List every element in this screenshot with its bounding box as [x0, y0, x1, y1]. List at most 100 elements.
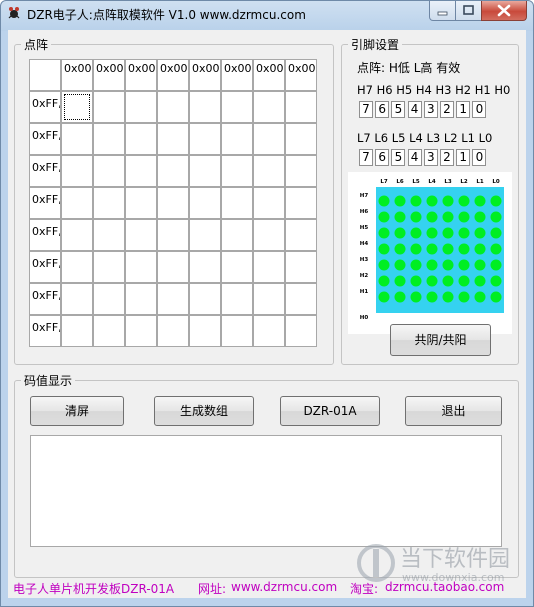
h-pin-input[interactable]: 0 [472, 101, 487, 118]
footer-website-link[interactable]: www.dzrmcu.com [231, 580, 337, 594]
matrix-cell[interactable] [285, 155, 317, 187]
matrix-cell[interactable] [189, 283, 221, 315]
common-cathode-anode-button[interactable]: 共阴/共阳 [390, 324, 491, 356]
matrix-cell[interactable] [221, 155, 253, 187]
matrix-cell[interactable] [221, 123, 253, 155]
title-bar[interactable]: DZR电子人:点阵取模软件 V1.0 www.dzrmcu.com [1, 1, 533, 25]
matrix-cell[interactable] [157, 251, 189, 283]
matrix-cell[interactable] [125, 283, 157, 315]
matrix-cell[interactable] [221, 219, 253, 251]
code-output-textarea[interactable] [30, 435, 502, 547]
matrix-cell[interactable] [189, 219, 221, 251]
l-pin-input[interactable]: 2 [440, 149, 454, 166]
led-row-label: H7 [360, 193, 369, 199]
matrix-cell[interactable] [253, 251, 285, 283]
matrix-cell[interactable] [253, 91, 285, 123]
matrix-cell[interactable] [253, 155, 285, 187]
h-pin-input[interactable]: 5 [391, 101, 406, 118]
matrix-cell[interactable] [93, 187, 125, 219]
matrix-cell[interactable] [253, 187, 285, 219]
matrix-cell[interactable] [93, 251, 125, 283]
matrix-cell[interactable] [189, 315, 221, 347]
matrix-cell[interactable] [157, 283, 189, 315]
matrix-cell[interactable] [93, 155, 125, 187]
matrix-cell[interactable] [253, 315, 285, 347]
matrix-cell[interactable] [61, 91, 93, 123]
matrix-cell[interactable] [189, 251, 221, 283]
led-dot [442, 259, 454, 271]
l-pin-input[interactable]: 7 [359, 149, 373, 166]
maximize-button[interactable] [455, 1, 482, 21]
matrix-cell[interactable] [285, 187, 317, 219]
matrix-cell[interactable] [253, 123, 285, 155]
matrix-cell[interactable] [125, 155, 157, 187]
led-dot [442, 211, 454, 223]
matrix-cell[interactable] [189, 187, 221, 219]
l-pin-input[interactable]: 6 [375, 149, 390, 166]
generate-array-button[interactable]: 生成数组 [154, 396, 254, 426]
h-pin-input[interactable]: 1 [456, 101, 471, 118]
l-pin-input[interactable]: 0 [472, 149, 487, 166]
matrix-cell[interactable] [93, 123, 125, 155]
matrix-cell[interactable] [253, 219, 285, 251]
matrix-cell[interactable] [285, 219, 317, 251]
matrix-cell[interactable] [189, 91, 221, 123]
matrix-cell[interactable] [61, 315, 93, 347]
led-dot [458, 195, 470, 207]
minimize-button[interactable] [429, 1, 456, 21]
l-pin-input[interactable]: 1 [456, 149, 471, 166]
matrix-cell[interactable] [93, 315, 125, 347]
matrix-cell[interactable] [157, 219, 189, 251]
matrix-cell[interactable] [125, 187, 157, 219]
pin-settings-legend: 引脚设置 [351, 38, 400, 52]
matrix-cell[interactable] [61, 123, 93, 155]
matrix-cell[interactable] [221, 283, 253, 315]
matrix-cell[interactable] [285, 91, 317, 123]
led-row-label: H2 [360, 273, 369, 279]
matrix-cell[interactable] [93, 91, 125, 123]
matrix-cell[interactable] [221, 315, 253, 347]
matrix-cell[interactable] [253, 283, 285, 315]
matrix-cell[interactable] [285, 251, 317, 283]
matrix-cell[interactable] [125, 123, 157, 155]
clear-screen-button[interactable]: 清屏 [30, 396, 124, 426]
matrix-cell[interactable] [221, 187, 253, 219]
h-pin-input[interactable]: 2 [440, 101, 454, 118]
matrix-cell[interactable] [125, 219, 157, 251]
exit-button[interactable]: 退出 [405, 396, 502, 426]
matrix-cell[interactable] [61, 187, 93, 219]
matrix-cell[interactable] [189, 123, 221, 155]
matrix-cell[interactable] [61, 283, 93, 315]
matrix-cell[interactable] [125, 251, 157, 283]
l-pin-input[interactable]: 5 [391, 149, 406, 166]
matrix-cell[interactable] [93, 283, 125, 315]
close-button[interactable] [481, 1, 527, 21]
matrix-cell[interactable] [157, 187, 189, 219]
l-pin-input[interactable]: 4 [407, 149, 422, 166]
h-pin-input[interactable]: 3 [423, 101, 438, 118]
matrix-cell[interactable] [61, 155, 93, 187]
matrix-cell[interactable] [157, 315, 189, 347]
h-pin-input[interactable]: 6 [375, 101, 390, 118]
matrix-cell[interactable] [157, 155, 189, 187]
matrix-cell[interactable] [221, 91, 253, 123]
row-header: 0xFF, [29, 219, 61, 251]
matrix-cell[interactable] [157, 123, 189, 155]
dzr-01a-button[interactable]: DZR-01A [280, 396, 380, 426]
matrix-cell[interactable] [125, 91, 157, 123]
h-pin-input[interactable]: 4 [407, 101, 422, 118]
l-pin-input[interactable]: 3 [423, 149, 438, 166]
matrix-cell[interactable] [157, 91, 189, 123]
matrix-cell[interactable] [285, 283, 317, 315]
matrix-cell[interactable] [285, 315, 317, 347]
h-pin-input[interactable]: 7 [359, 101, 373, 118]
matrix-cell[interactable] [61, 219, 93, 251]
pin-hint-label: 点阵: H低 L高 有效 [357, 61, 461, 75]
matrix-cell[interactable] [221, 251, 253, 283]
matrix-cell[interactable] [61, 251, 93, 283]
matrix-cell[interactable] [189, 155, 221, 187]
matrix-cell[interactable] [125, 315, 157, 347]
led-dot [394, 259, 406, 271]
matrix-cell[interactable] [93, 219, 125, 251]
matrix-cell[interactable] [285, 123, 317, 155]
